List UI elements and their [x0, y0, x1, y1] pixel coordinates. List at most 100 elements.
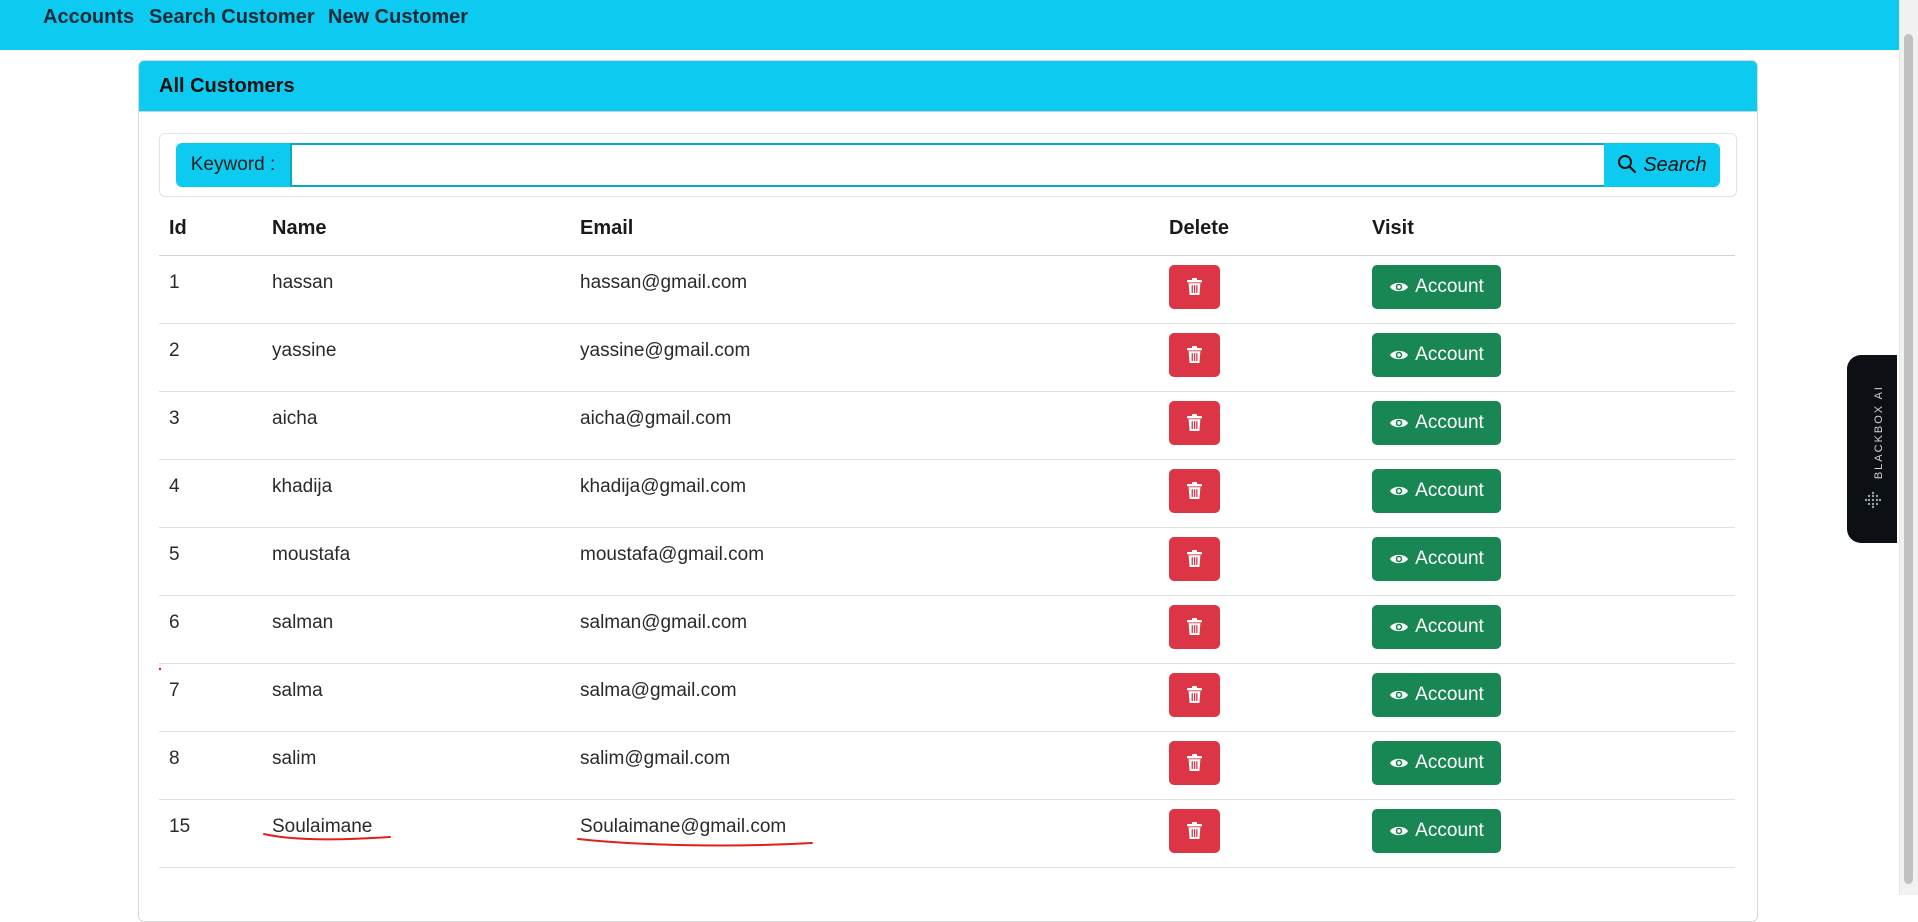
eye-icon — [1390, 486, 1409, 496]
header-delete: Delete — [1169, 217, 1230, 239]
account-button[interactable]: Account — [1372, 605, 1501, 649]
table-row: 4 khadija khadija@gmail.com Account — [159, 460, 1735, 528]
nav-link-search-customer[interactable]: Search Customer — [149, 4, 315, 30]
nav-link-new-customer[interactable]: New Customer — [328, 4, 468, 30]
cell-id: 6 — [169, 612, 180, 633]
cell-id: 15 — [169, 816, 191, 837]
delete-button[interactable] — [1169, 401, 1220, 445]
account-button-label: Account — [1415, 412, 1484, 433]
page-scrollbar[interactable] — [1899, 0, 1918, 895]
table-body: 1 hassan hassan@gmail.com Account 2 yassine ya… — [159, 256, 1735, 868]
cell-name: aicha — [272, 408, 318, 429]
delete-button[interactable] — [1169, 537, 1220, 581]
delete-button[interactable] — [1169, 809, 1220, 853]
account-button[interactable]: Account — [1372, 469, 1501, 513]
cell-name: salim — [272, 748, 317, 769]
cell-name: hassan — [272, 272, 334, 293]
annotation-underline-email — [577, 838, 813, 847]
cell-id: 7 — [169, 680, 180, 701]
table-row: 5 moustafa moustafa@gmail.com Account — [159, 528, 1735, 596]
header-name: Name — [272, 217, 327, 239]
cell-id: 1 — [169, 272, 180, 293]
cell-id: 8 — [169, 748, 180, 769]
eye-icon — [1390, 418, 1409, 428]
cell-email: salma@gmail.com — [580, 680, 737, 701]
delete-button[interactable] — [1169, 741, 1220, 785]
top-navbar: Accounts Search Customer New Customer — [0, 0, 1900, 50]
nav-link-accounts[interactable]: Accounts — [43, 4, 134, 30]
header-email: Email — [580, 217, 634, 239]
table-row: 7 salma salma@gmail.com Account — [159, 664, 1735, 732]
search-input-group: Keyword : Search — [176, 143, 1720, 187]
side-assistant-widget[interactable]: BLACKBOX AI — [1847, 355, 1897, 543]
cell-id: 4 — [169, 476, 180, 497]
table-row: 2 yassine yassine@gmail.com Account — [159, 324, 1735, 392]
account-button-label: Account — [1415, 480, 1484, 501]
account-button[interactable]: Account — [1372, 265, 1501, 309]
eye-icon — [1390, 758, 1409, 768]
table-row: 6 salman salman@gmail.com Account — [159, 596, 1735, 664]
trash-icon — [1187, 550, 1202, 567]
keyword-label: Keyword : — [176, 143, 290, 187]
card-title: All Customers — [139, 61, 1757, 112]
table-row: 1 hassan hassan@gmail.com Account — [159, 256, 1735, 324]
search-form: Keyword : Search — [159, 133, 1737, 197]
table-header: Id Name Email Delete Visit — [159, 201, 1735, 256]
account-button[interactable]: Account — [1372, 741, 1501, 785]
search-button-label: Search — [1643, 154, 1707, 176]
delete-button[interactable] — [1169, 333, 1220, 377]
account-button-label: Account — [1415, 752, 1484, 773]
table-row: 8 salim salim@gmail.com Account — [159, 732, 1735, 800]
eye-icon — [1390, 622, 1409, 632]
account-button-label: Account — [1415, 344, 1484, 365]
account-button-label: Account — [1415, 820, 1484, 841]
eye-icon — [1390, 350, 1409, 360]
cell-email: salim@gmail.com — [580, 748, 731, 769]
cell-email: salman@gmail.com — [580, 612, 748, 633]
trash-icon — [1187, 754, 1202, 771]
delete-button[interactable] — [1169, 469, 1220, 513]
cell-email: khadija@gmail.com — [580, 476, 747, 497]
customers-table: Id Name Email Delete Visit 1 hassan hassan… — [159, 201, 1735, 868]
delete-button[interactable] — [1169, 673, 1220, 717]
account-button[interactable]: Account — [1372, 333, 1501, 377]
eye-icon — [1390, 554, 1409, 564]
scrollbar-thumb[interactable] — [1904, 34, 1913, 884]
cell-name: yassine — [272, 340, 337, 361]
trash-icon — [1187, 346, 1202, 363]
eye-icon — [1390, 282, 1409, 292]
cell-id: 3 — [169, 408, 180, 429]
trash-icon — [1187, 822, 1202, 839]
account-button-label: Account — [1415, 548, 1484, 569]
trash-icon — [1187, 618, 1202, 635]
annotation-underline-name — [263, 833, 391, 841]
account-button[interactable]: Account — [1372, 673, 1501, 717]
account-button[interactable]: Account — [1372, 401, 1501, 445]
cell-name: khadija — [272, 476, 333, 497]
trash-icon — [1187, 278, 1202, 295]
account-button[interactable]: Account — [1372, 537, 1501, 581]
cell-email: aicha@gmail.com — [580, 408, 732, 429]
delete-button[interactable] — [1169, 265, 1220, 309]
table-row: 3 aicha aicha@gmail.com Account — [159, 392, 1735, 460]
cell-id: 5 — [169, 544, 180, 565]
account-button-label: Account — [1415, 276, 1484, 297]
search-icon — [1618, 155, 1637, 174]
delete-button[interactable] — [1169, 605, 1220, 649]
search-button[interactable]: Search — [1604, 143, 1720, 187]
header-visit: Visit — [1372, 217, 1414, 239]
eye-icon — [1390, 826, 1409, 836]
cell-email: yassine@gmail.com — [580, 340, 751, 361]
cell-name: Soulaimane — [272, 816, 373, 837]
annotation-dot — [158, 667, 162, 671]
customers-card: All Customers Keyword : Search Id Name E… — [138, 60, 1758, 922]
account-button-label: Account — [1415, 616, 1484, 637]
trash-icon — [1187, 482, 1202, 499]
cell-name: moustafa — [272, 544, 351, 565]
cell-name: salman — [272, 612, 334, 633]
side-widget-label: BLACKBOX AI — [1873, 385, 1885, 480]
trash-icon — [1187, 686, 1202, 703]
account-button[interactable]: Account — [1372, 809, 1501, 853]
keyword-input[interactable] — [290, 143, 1604, 187]
eye-icon — [1390, 690, 1409, 700]
